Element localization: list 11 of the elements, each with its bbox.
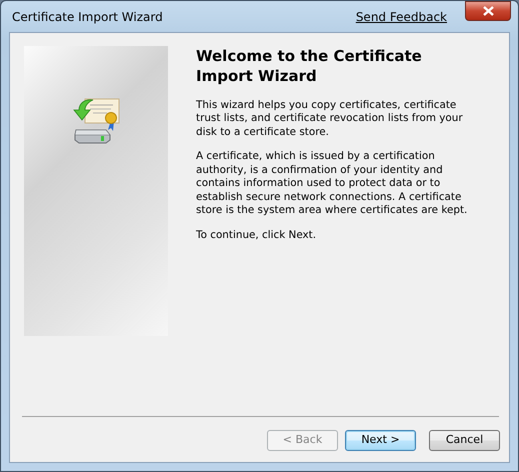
window-title: Certificate Import Wizard: [12, 8, 164, 26]
close-icon: [482, 6, 494, 16]
certificate-drive-icon: [71, 96, 121, 146]
description-text: A certificate, which is issued by a certification authority, is a confirmation of your identity and contains information used to protect data or to establish secure network connections. A certificate store is the system area where certificates are kept.: [196, 150, 468, 218]
description-text: To continue, click Next.: [196, 228, 318, 242]
feedback-link[interactable]: Send Feedback: [356, 8, 447, 26]
wizard-button[interactable]: Next >: [345, 430, 416, 451]
close-button[interactable]: [465, 1, 511, 21]
description-text: This wizard helps you copy certificates, certificate trust lists, and certificate revocation lists from your disk to a certificate store.: [196, 98, 464, 140]
wizard-button[interactable]: Cancel: [429, 430, 500, 451]
wizard-heading: Welcome to the Certificate Import Wizard: [196, 46, 423, 86]
